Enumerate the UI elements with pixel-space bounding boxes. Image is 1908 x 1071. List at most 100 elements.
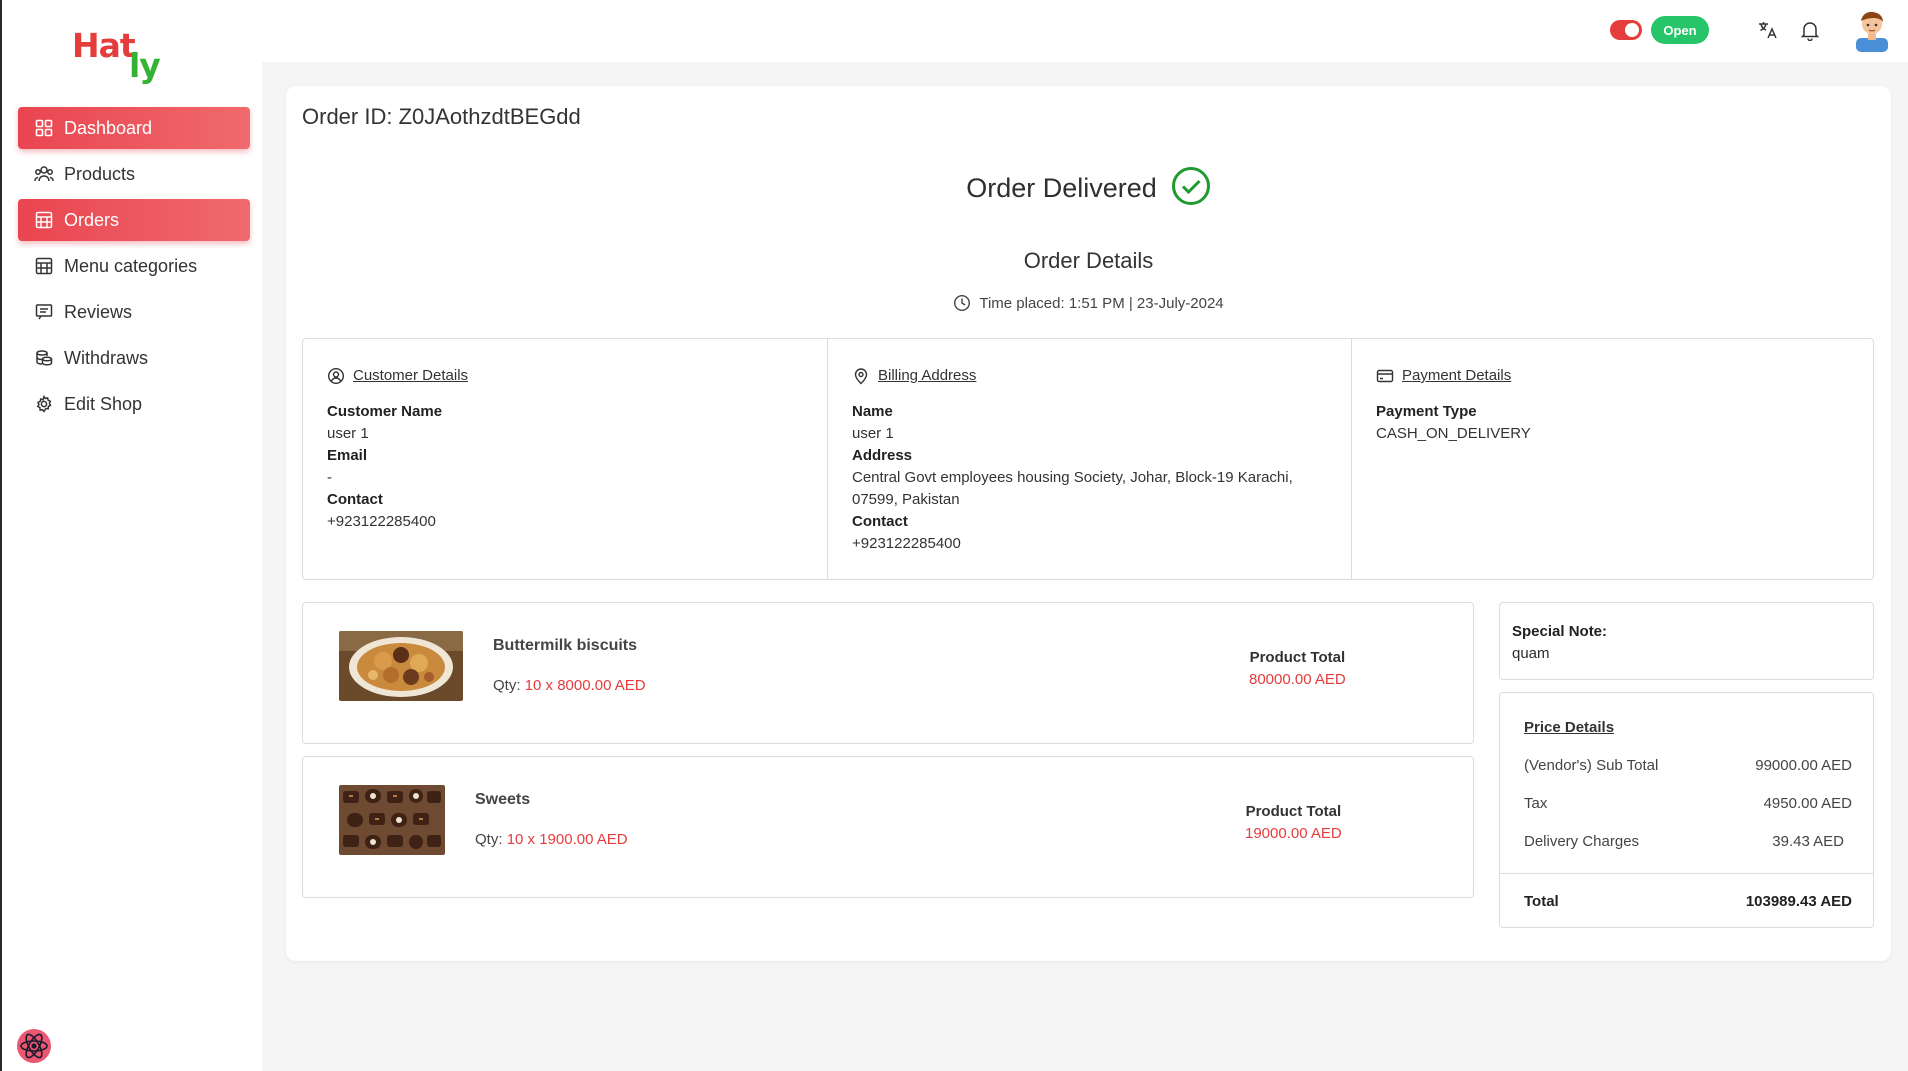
- billing-name: user 1: [852, 425, 894, 442]
- price-row-label: Tax: [1524, 795, 1548, 812]
- product-total: Product Total 19000.00 AED: [1245, 801, 1342, 845]
- product-name: Buttermilk biscuits: [493, 637, 638, 654]
- sidebar-item-label: Edit Shop: [64, 393, 143, 414]
- status-badge: Open: [1651, 16, 1709, 44]
- sidebar-item-label: Menu categories: [64, 255, 198, 276]
- page-title: Order ID: Z0JAothzdtBEGdd: [302, 104, 581, 129]
- product-qty: Qty: 10 x 1900.00 AED: [475, 831, 628, 848]
- store-icon: [34, 256, 54, 276]
- coins-icon: [34, 348, 54, 368]
- sidebar-item-dashboard[interactable]: Dashboard: [18, 107, 250, 149]
- users-group-icon: [34, 164, 54, 184]
- shop-open-toggle[interactable]: [1610, 20, 1642, 40]
- customer-details: Customer Details Customer Name user 1 Em…: [303, 339, 827, 579]
- qty-label: Qty:: [475, 831, 503, 848]
- price-details: Price Details (Vendor's) Sub Total 99000…: [1499, 692, 1874, 928]
- sidebar-item-edit-shop[interactable]: Edit Shop: [18, 383, 250, 425]
- product-total-value: 80000.00 AED: [1249, 671, 1346, 688]
- store-icon: [34, 210, 54, 230]
- product-qty: Qty: 10 x 8000.00 AED: [493, 677, 646, 694]
- sidebar-item-label: Reviews: [64, 301, 133, 322]
- qty-label: Qty:: [493, 677, 521, 694]
- special-note-label: Special Note:: [1512, 623, 1608, 640]
- location-pin-icon: [854, 368, 868, 385]
- clock-icon: [954, 294, 971, 312]
- brand-logo-part1: Hat: [72, 26, 136, 65]
- price-row: (Vendor's) Sub Total 99000.00 AED: [1524, 757, 1852, 774]
- address-line-2: 07599, Pakistan: [852, 491, 960, 508]
- check-circle-icon: [1171, 166, 1211, 211]
- price-row-value: 99000.00 AED: [1755, 757, 1852, 774]
- contact-value: +923122285400: [327, 513, 436, 530]
- product-image: [339, 631, 463, 701]
- sidebar-item-label: Withdraws: [64, 347, 149, 368]
- email-value: -: [327, 469, 332, 486]
- gear-icon: [34, 394, 54, 414]
- message-icon: [34, 302, 54, 322]
- product-name: Sweets: [475, 791, 531, 808]
- billing-contact-label: Contact: [852, 513, 908, 530]
- payment-details: Payment Details Payment Type CASH_ON_DEL…: [1351, 339, 1873, 579]
- order-status-text: Order Delivered: [966, 173, 1157, 203]
- product-total-label: Product Total: [1245, 803, 1342, 820]
- billing-contact: +923122285400: [852, 535, 961, 552]
- product-total: Product Total 80000.00 AED: [1249, 647, 1346, 691]
- total-value: 103989.43 AED: [1745, 893, 1852, 910]
- time-placed-text: Time placed: 1:51 PM | 23-July-2024: [979, 294, 1224, 312]
- bell-icon[interactable]: [1798, 18, 1822, 42]
- product-image: [339, 785, 445, 855]
- react-devtools-icon[interactable]: [14, 1026, 54, 1066]
- list-item: Buttermilk biscuits Qty: 10 x 8000.00 AE…: [302, 602, 1474, 744]
- sidebar-item-orders[interactable]: Orders: [18, 199, 250, 241]
- order-status: Order Delivered: [286, 166, 1891, 211]
- email-label: Email: [327, 447, 368, 464]
- payment-details-link[interactable]: Payment Details: [1402, 365, 1511, 387]
- price-row-value: 39.43 AED: [1772, 833, 1844, 850]
- list-item: Sweets Qty: 10 x 1900.00 AED Product Tot…: [302, 756, 1474, 898]
- total-label: Total: [1524, 893, 1559, 910]
- customer-name-label: Customer Name: [327, 403, 443, 420]
- dashboard-icon: [34, 118, 54, 138]
- qty-value: 10 x 8000.00 AED: [524, 677, 646, 694]
- sidebar: Hat ly Dashboard Products Orders Menu ca…: [0, 0, 262, 1071]
- sidebar-item-label: Orders: [64, 209, 120, 230]
- order-info: Customer Details Customer Name user 1 Em…: [302, 338, 1874, 580]
- qty-value: 10 x 1900.00 AED: [506, 831, 628, 848]
- payment-type: CASH_ON_DELIVERY: [1376, 425, 1531, 442]
- avatar[interactable]: [1852, 8, 1892, 52]
- address-label: Address: [852, 447, 913, 464]
- price-row-value: 4950.00 AED: [1763, 795, 1852, 812]
- price-row-label: Delivery Charges: [1524, 833, 1640, 850]
- topbar: Open: [262, 0, 1908, 62]
- brand-logo[interactable]: Hat ly: [70, 22, 180, 92]
- user-circle-icon: [327, 367, 345, 385]
- sidebar-item-reviews[interactable]: Reviews: [18, 291, 250, 333]
- customer-details-link[interactable]: Customer Details: [353, 365, 468, 387]
- special-note-text: quam: [1512, 645, 1550, 662]
- customer-name: user 1: [327, 425, 369, 442]
- sidebar-item-label: Products: [64, 163, 136, 184]
- billing-address: Billing Address Name user 1 Address Cent…: [827, 339, 1351, 579]
- sidebar-item-products[interactable]: Products: [18, 153, 250, 195]
- price-details-heading: Price Details: [1524, 719, 1615, 736]
- price-row: Tax 4950.00 AED: [1524, 795, 1852, 812]
- product-total-label: Product Total: [1249, 649, 1346, 666]
- translate-icon[interactable]: [1756, 18, 1780, 42]
- sidebar-item-menu-categories[interactable]: Menu categories: [18, 245, 250, 287]
- payment-type-label: Payment Type: [1376, 403, 1477, 420]
- sidebar-item-withdraws[interactable]: Withdraws: [18, 337, 250, 379]
- price-total: Total 103989.43 AED: [1524, 893, 1852, 910]
- sidebar-item-label: Dashboard: [64, 117, 153, 138]
- credit-card-icon: [1376, 369, 1394, 383]
- price-row-label: (Vendor's) Sub Total: [1524, 757, 1659, 774]
- price-row: Delivery Charges 39.43 AED: [1524, 833, 1844, 850]
- special-note: Special Note: quam: [1499, 602, 1874, 680]
- divider: [1500, 873, 1873, 874]
- contact-label: Contact: [327, 491, 383, 508]
- order-detail-card: Order ID: Z0JAothzdtBEGdd Order Delivere…: [286, 86, 1891, 961]
- address-line-1: Central Govt employees housing Society, …: [852, 469, 1293, 486]
- time-placed: Time placed: 1:51 PM | 23-July-2024: [286, 294, 1891, 312]
- billing-address-link[interactable]: Billing Address: [878, 365, 976, 387]
- product-total-value: 19000.00 AED: [1245, 825, 1342, 842]
- sidebar-nav: Dashboard Products Orders Menu categorie…: [18, 107, 250, 429]
